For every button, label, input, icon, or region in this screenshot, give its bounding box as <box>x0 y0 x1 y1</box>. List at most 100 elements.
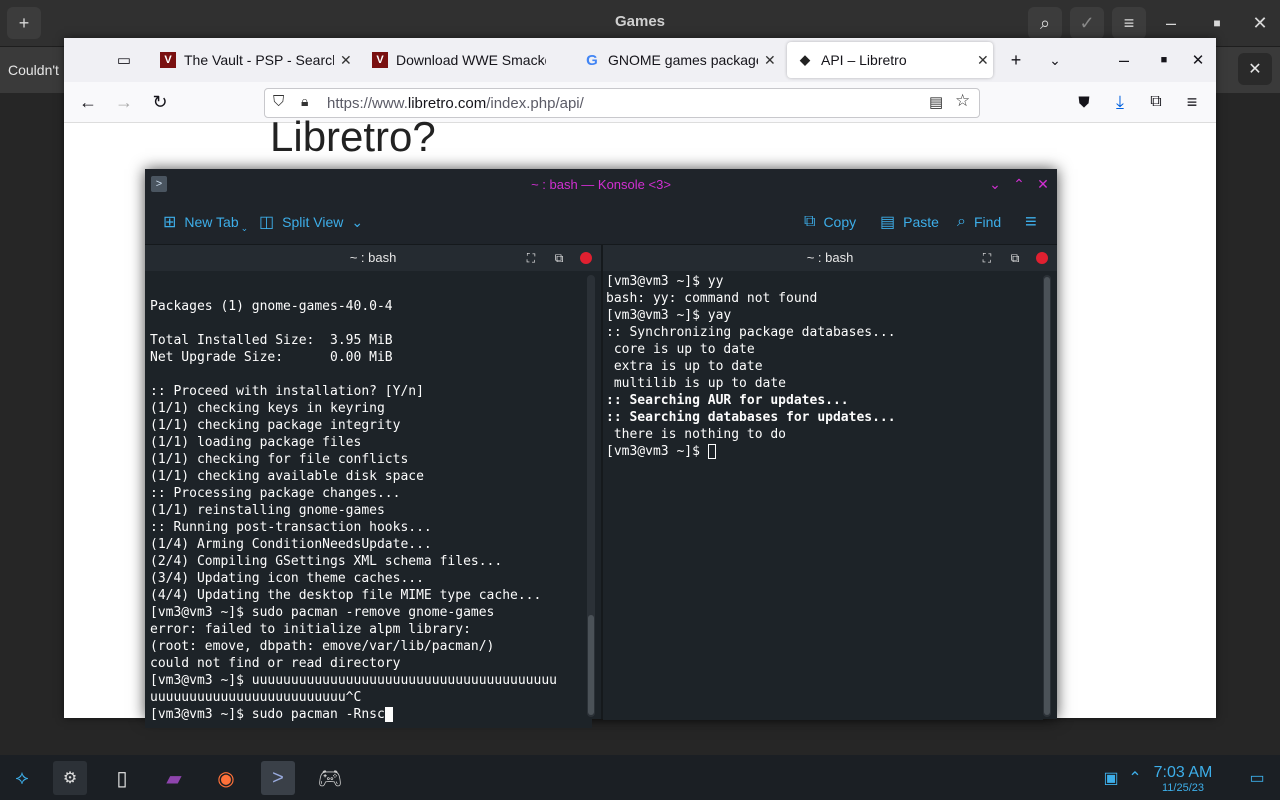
terminal-line: multilib is up to date <box>606 376 787 391</box>
split-view-button[interactable]: ◫ Split View ⌄ <box>259 211 363 233</box>
clock-date[interactable]: 11/25/23 <box>1148 782 1218 794</box>
bookmark-star-icon[interactable]: ☆ <box>955 91 970 111</box>
tracking-shield-icon[interactable]: ⛉ <box>273 93 284 110</box>
left-pane-header: ~ : bash ⛶ ⧉ <box>145 245 601 271</box>
main-menu-button[interactable]: ≡ <box>1112 7 1146 39</box>
reader-view-icon[interactable]: ▤ <box>929 93 943 111</box>
terminal-line: core is up to date <box>606 342 755 357</box>
terminal-line: [vm3@vm3 ~]$ sudo pacman -remove gnome-g… <box>150 605 495 620</box>
terminal-line: (1/1) checking for file conflicts <box>150 452 409 467</box>
terminal-line: (2/4) Compiling GSettings XML schema fil… <box>150 554 503 569</box>
lock-icon[interactable]: 🔒︎ <box>301 93 308 110</box>
taskbar: ⟡ ⚙ ▯ ▰ ◉ > 🎮︎ ▣ ⌃ 7:03 AM 11/25/23 ▭ <box>0 755 1280 800</box>
text-editor-icon[interactable]: ▯ <box>105 761 139 795</box>
copy-label: Copy <box>823 214 857 230</box>
maximize-pane-icon[interactable]: ⛶ <box>523 250 539 266</box>
close-pane-button[interactable] <box>1036 252 1048 264</box>
chevron-down-icon: ⌄ <box>351 213 364 230</box>
tab-gnome-games[interactable]: G GNOME games package ✕ <box>574 42 784 78</box>
paste-button[interactable]: ▤ Paste <box>880 211 939 233</box>
maximize-button[interactable]: ■ <box>1200 7 1234 39</box>
firefox-icon[interactable]: ◉ <box>209 761 243 795</box>
hamburger-icon: ≡ <box>1025 210 1037 233</box>
file-manager-icon[interactable]: ▰ <box>157 761 191 795</box>
detach-pane-icon[interactable]: ⧉ <box>551 250 567 266</box>
konsole-close-button[interactable]: ✕ <box>1034 175 1052 193</box>
terminal-line: Packages (1) gnome-games-40.0-4 <box>150 299 393 314</box>
search-button[interactable]: ⌕ <box>1028 7 1062 39</box>
chevron-up-icon[interactable]: ⌃ <box>1118 761 1152 795</box>
terminal-line: :: Proceed with installation? [Y/n] <box>150 384 424 399</box>
dropdown-indicator-icon: ⌄ <box>240 222 249 233</box>
konsole-toolbar: ⊞ New Tab ⌄ ◫ Split View ⌄ ⧉ Copy ▤ Paste ⌕ Fin… <box>145 199 1057 245</box>
terminal-line: (1/1) checking keys in keyring <box>150 401 385 416</box>
arrow-left-icon: ← <box>79 91 97 112</box>
show-desktop-icon[interactable]: ▭ <box>1240 761 1274 795</box>
application-launcher-icon[interactable]: ⟡ <box>5 761 39 795</box>
close-pane-button[interactable] <box>580 252 592 264</box>
terminal-line: :: Searching databases for updates... <box>606 410 896 425</box>
reload-icon: ↻ <box>152 91 168 112</box>
maximize-pane-icon[interactable]: ⛶ <box>979 250 995 266</box>
hamburger-menu-button[interactable]: ≡ <box>1025 211 1037 233</box>
tab-the-vault[interactable]: V The Vault - PSP - Search ✕ <box>150 42 356 78</box>
app-menu-button[interactable]: ≡ <box>1180 90 1204 114</box>
minimize-button[interactable]: – <box>1154 7 1188 39</box>
terminal-line: could not find or read directory <box>150 656 401 671</box>
left-terminal[interactable]: Packages (1) gnome-games-40.0-4 Total Ins… <box>145 272 592 728</box>
terminal-line: [vm3@vm3 ~]$ uuuuuuuuuuuuuuuuuuuuuuuuuuu… <box>150 673 557 688</box>
infobar-close-button[interactable]: ✕ <box>1238 53 1272 85</box>
copy-button[interactable]: ⧉ Copy <box>804 211 856 233</box>
konsole-minimize-button[interactable]: ⌄ <box>986 175 1004 193</box>
ff-close-button[interactable]: ✕ <box>1186 48 1210 72</box>
terminal-line: (1/1) checking package integrity <box>150 418 401 433</box>
pocket-button[interactable]: ⛊ <box>1072 90 1096 114</box>
tab-download-wwe[interactable]: V Download WWE Smackdown <box>362 42 574 78</box>
maximize-icon: ■ <box>1213 16 1221 30</box>
right-scroll-thumb[interactable] <box>1044 277 1050 715</box>
url-text[interactable]: https://www.libretro.com/index.php/api/ <box>327 95 584 112</box>
maximize-icon: ■ <box>1160 54 1168 66</box>
terminal-line: there is nothing to do <box>606 427 787 442</box>
extensions-button[interactable]: ⧉ <box>1144 90 1168 114</box>
terminal-line: [vm3@vm3 ~]$ <box>606 443 1043 460</box>
hamburger-icon: ≡ <box>1123 12 1135 33</box>
puzzle-icon: ⧉ <box>1150 93 1162 110</box>
close-icon: ✕ <box>1248 61 1262 78</box>
konsole-icon[interactable]: > <box>261 761 295 795</box>
tab-close-icon[interactable]: ✕ <box>764 52 776 69</box>
games-controller-icon[interactable]: 🎮︎ <box>313 761 347 795</box>
tab-close-icon[interactable]: ✕ <box>977 52 989 69</box>
left-scrollbar[interactable] <box>587 275 595 717</box>
detach-pane-icon[interactable]: ⧉ <box>1007 250 1023 266</box>
arrow-right-icon: → <box>115 91 133 112</box>
right-terminal[interactable]: [vm3@vm3 ~]$ yy bash: yy: command not fou… <box>603 272 1043 720</box>
terminal-line: error: failed to initialize alpm library… <box>150 622 471 637</box>
right-scrollbar[interactable] <box>1043 275 1051 717</box>
libretro-favicon-icon: ◆ <box>800 52 810 67</box>
terminal-line: (4/4) Updating the desktop file MIME typ… <box>150 588 542 603</box>
system-settings-icon[interactable]: ⚙ <box>53 761 87 795</box>
google-favicon-icon: G <box>586 51 598 69</box>
reload-button[interactable]: ↻ <box>148 90 172 114</box>
downloads-button[interactable]: ⤓ <box>1108 90 1132 114</box>
konsole-titlebar: > ~ : bash — Konsole <3> ⌄ ⌃ ✕ <box>145 169 1057 199</box>
tab-close-icon[interactable]: ✕ <box>340 52 352 69</box>
firefox-view-button[interactable]: ▭ <box>112 48 136 72</box>
konsole-maximize-button[interactable]: ⌃ <box>1010 175 1028 193</box>
back-button[interactable]: ← <box>76 90 100 114</box>
close-button[interactable]: ✕ <box>1243 7 1277 39</box>
left-scroll-thumb[interactable] <box>588 615 594 715</box>
new-tab-button[interactable]: ⊞ New Tab ⌄ <box>163 211 248 233</box>
tab-libretro-api[interactable]: ◆ API – Libretro ✕ <box>787 42 993 78</box>
list-all-tabs-button[interactable]: ⌄ <box>1043 48 1067 72</box>
ff-minimize-button[interactable]: – <box>1112 48 1136 72</box>
forward-button[interactable]: → <box>112 90 136 114</box>
find-button[interactable]: ⌕ Find <box>957 211 1001 233</box>
clock-time[interactable]: 7:03 AM <box>1148 764 1218 782</box>
select-button[interactable]: ✓ <box>1070 7 1104 39</box>
minimize-icon: – <box>1165 12 1176 33</box>
new-tab-button[interactable]: + <box>1004 48 1028 72</box>
ff-maximize-button[interactable]: ■ <box>1152 48 1176 72</box>
terminal-cursor <box>384 707 393 722</box>
